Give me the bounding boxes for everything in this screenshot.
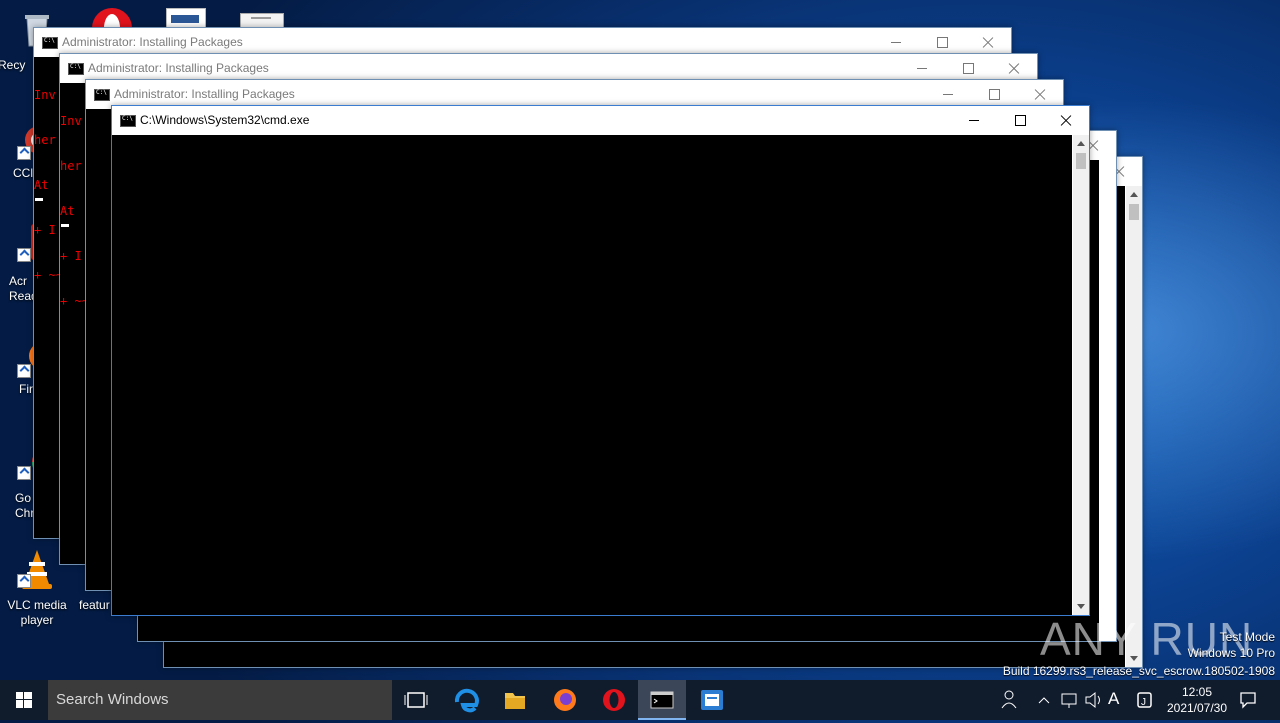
build-label: Build 16299.rs3_release_svc_escrow.18050… — [1002, 664, 1275, 678]
document-icon — [171, 15, 199, 23]
start-button[interactable] — [0, 680, 48, 720]
shortcut-arrow-icon — [17, 248, 31, 262]
test-mode-label: Test Mode — [1219, 630, 1275, 644]
cmd-icon — [650, 691, 674, 709]
taskbar: Search Windows A J 12:05 2021/07/30 — [0, 680, 1280, 720]
search-placeholder: Search Windows — [56, 691, 169, 708]
taskbar-edge[interactable] — [443, 680, 491, 720]
text-cursor — [61, 224, 69, 227]
action-center-badge-icon[interactable]: J — [1135, 680, 1155, 720]
svg-text:J: J — [1141, 697, 1146, 708]
shortcut-arrow-icon — [17, 146, 31, 160]
desktop-icon-label: featur — [79, 598, 110, 612]
taskbar-opera[interactable] — [590, 680, 638, 720]
title-bar[interactable]: C:\Windows\System32\cmd.exe — [112, 106, 1089, 135]
desktop-icon-label: VLC media player — [7, 598, 67, 627]
network-app-icon — [701, 690, 723, 710]
maximize-button[interactable] — [997, 106, 1043, 135]
minimize-button[interactable] — [951, 106, 997, 135]
scroll-down-arrow-icon[interactable] — [1077, 604, 1085, 609]
folder-icon — [505, 693, 525, 709]
desktop-icon-label: Fir — [19, 382, 33, 396]
chevron-up-icon[interactable] — [1036, 680, 1052, 720]
opera-desktop-icon[interactable] — [90, 6, 134, 28]
windows-edition-label: Windows 10 Pro — [1187, 646, 1275, 660]
scrollbar-thumb[interactable] — [1076, 153, 1086, 169]
vlc-cone-icon — [17, 548, 57, 589]
vertical-scrollbar[interactable] — [1073, 135, 1089, 615]
taskbar-file-explorer[interactable] — [491, 680, 539, 720]
close-button[interactable] — [1043, 106, 1089, 135]
notifications-icon[interactable] — [1238, 680, 1258, 720]
window-title: Administrator: Installing Packages — [62, 35, 243, 49]
people-icon[interactable] — [998, 680, 1022, 720]
clock[interactable]: 12:05 2021/07/30 — [1160, 684, 1234, 716]
windows-logo-icon — [16, 692, 32, 708]
volume-icon[interactable] — [1083, 680, 1103, 720]
cmd-window-icon — [94, 89, 110, 101]
cmd-window-icon — [120, 115, 136, 127]
task-view-icon — [404, 692, 428, 708]
taskbar-app[interactable] — [688, 680, 736, 720]
cmd-window-icon — [68, 63, 84, 75]
edge-icon — [454, 688, 479, 713]
scroll-up-arrow-icon[interactable] — [1077, 141, 1085, 146]
search-box[interactable]: Search Windows — [48, 680, 392, 720]
window-title: Administrator: Installing Packages — [88, 61, 269, 75]
opera-icon — [603, 689, 625, 711]
scroll-up-arrow-icon[interactable] — [1130, 192, 1138, 197]
taskbar-firefox[interactable] — [541, 680, 589, 720]
firefox-icon — [554, 689, 576, 711]
clock-date: 2021/07/30 — [1166, 701, 1228, 715]
cmd-window[interactable]: C:\Windows\System32\cmd.exe — [111, 105, 1090, 616]
shortcut-arrow-icon — [17, 466, 31, 480]
window-title: C:\Windows\System32\cmd.exe — [140, 113, 310, 127]
clock-time: 12:05 — [1181, 685, 1213, 699]
task-view-button[interactable] — [392, 680, 440, 720]
shortcut-arrow-icon — [17, 574, 31, 588]
taskbar-cmd[interactable] — [638, 680, 686, 720]
desktop-icon-label: CCl — [13, 166, 33, 180]
desktop-icon-label: Go Chr — [15, 491, 35, 520]
input-indicator[interactable]: A — [1108, 689, 1119, 709]
shortcut-arrow-icon — [17, 364, 31, 378]
window-title: Administrator: Installing Packages — [114, 87, 295, 101]
file-icon — [251, 17, 271, 19]
opera-icon — [92, 8, 132, 28]
network-icon[interactable] — [1059, 680, 1079, 720]
console-output[interactable] — [112, 135, 1072, 615]
vertical-scrollbar[interactable] — [1126, 186, 1142, 667]
scrollbar-thumb[interactable] — [1129, 204, 1139, 220]
cmd-window-icon — [42, 37, 58, 49]
text-cursor — [35, 198, 43, 201]
